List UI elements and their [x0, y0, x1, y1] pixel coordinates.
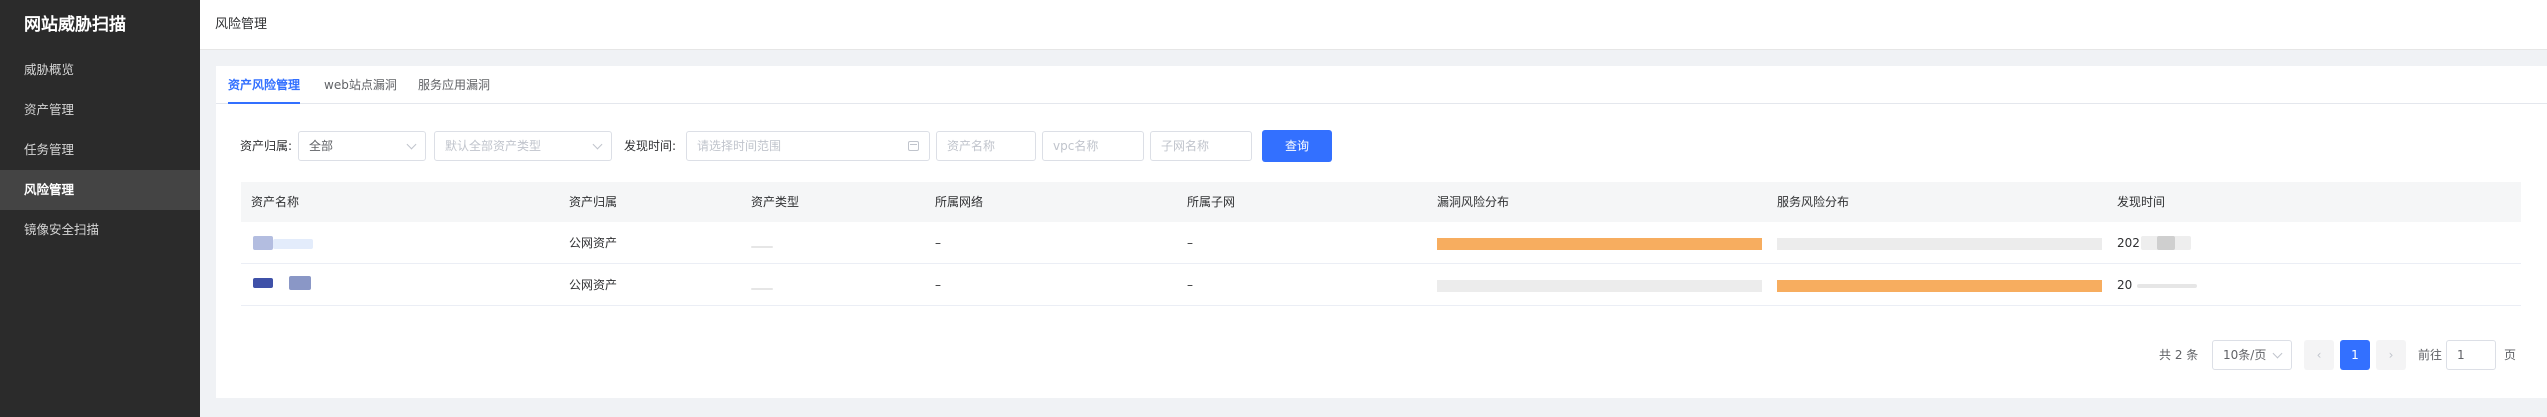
time-range-placeholder: 请选择时间范围	[697, 139, 782, 153]
tab-service-app-vulnerabilities[interactable]: 服务应用漏洞	[418, 66, 490, 104]
table-row[interactable]: 公网资产 – – 20	[241, 264, 2521, 306]
chevron-down-icon	[2272, 348, 2283, 359]
tab-web-site-vulnerabilities[interactable]: web站点漏洞	[324, 66, 397, 104]
goto-page-value: 1	[2457, 348, 2465, 362]
subnet-name-placeholder: 子网名称	[1161, 139, 1210, 153]
redacted-time	[2157, 236, 2175, 250]
column-header: 所属子网	[1187, 195, 1236, 209]
next-page-button[interactable]: ›	[2376, 340, 2406, 370]
subnet-cell: –	[1187, 278, 1193, 292]
network-cell: –	[935, 236, 941, 250]
redacted-asset-name	[273, 239, 313, 249]
subnet-name-input[interactable]: 子网名称	[1150, 131, 1252, 161]
column-header: 资产名称	[251, 195, 300, 209]
redacted-asset-name	[289, 276, 311, 290]
app-brand: 网站威胁扫描	[24, 15, 126, 35]
column-header: 所属网络	[935, 195, 984, 209]
asset-type-select[interactable]: 默认全部资产类型	[434, 131, 612, 161]
redacted-time	[2137, 284, 2197, 288]
goto-page-input[interactable]: 1	[2446, 340, 2496, 370]
table-row[interactable]: 公网资产 – – 202	[241, 222, 2521, 264]
vuln-risk-bar	[1437, 238, 1762, 250]
chevron-down-icon	[592, 139, 603, 150]
asset-name-input[interactable]: 资产名称	[936, 131, 1036, 161]
time-filter-label: 发现时间:	[624, 139, 677, 153]
page-size-value: 10条/页	[2223, 348, 2267, 362]
main-card: 资产风险管理 web站点漏洞 服务应用漏洞 资产归属: 全部 默认全部资产类型 …	[216, 66, 2547, 398]
column-header: 漏洞风险分布	[1437, 195, 1510, 209]
tab-asset-risk-management[interactable]: 资产风险管理	[228, 66, 301, 104]
prev-page-button[interactable]: ‹	[2304, 340, 2334, 370]
vuln-risk-bar	[1437, 280, 1762, 292]
asset-owner-cell: 公网资产	[569, 278, 618, 292]
sidebar-item-asset-management[interactable]: 资产管理	[0, 90, 200, 130]
page-size-select[interactable]: 10条/页	[2212, 340, 2292, 370]
subnet-cell: –	[1187, 236, 1193, 250]
vpc-name-input[interactable]: vpc名称	[1042, 131, 1144, 161]
network-cell: –	[935, 278, 941, 292]
redacted-asset-name	[253, 236, 273, 250]
sidebar-item-risk-management[interactable]: 风险管理	[0, 170, 200, 210]
owner-select-value: 全部	[309, 139, 334, 153]
calendar-icon	[908, 141, 919, 151]
table-header: 资产名称 资产归属 资产类型 所属网络 所属子网 漏洞风险分布 服务风险分布 发…	[241, 182, 2521, 222]
service-risk-bar	[1777, 238, 2102, 250]
sidebar-item-threat-overview[interactable]: 威胁概览	[0, 50, 200, 90]
asset-name-placeholder: 资产名称	[947, 139, 996, 153]
goto-label: 前往	[2418, 348, 2443, 362]
column-header: 资产归属	[569, 195, 618, 209]
query-button[interactable]: 查询	[1262, 130, 1332, 162]
asset-type-placeholder: 默认全部资产类型	[445, 139, 542, 153]
column-header: 发现时间	[2117, 195, 2166, 209]
service-risk-bar	[1777, 280, 2102, 292]
pagination-total: 共 2 条	[2159, 348, 2199, 362]
sidebar-item-task-management[interactable]: 任务管理	[0, 130, 200, 170]
sidebar-item-image-security-scan[interactable]: 镜像安全扫描	[0, 210, 200, 250]
vpc-name-placeholder: vpc名称	[1053, 139, 1099, 153]
chevron-down-icon	[406, 139, 417, 150]
page-title: 风险管理	[215, 17, 268, 32]
owner-filter-label: 资产归属:	[240, 139, 293, 153]
page-1-button[interactable]: 1	[2340, 340, 2370, 370]
redacted-asset-name	[253, 278, 273, 288]
column-header: 服务风险分布	[1777, 195, 1850, 209]
asset-owner-cell: 公网资产	[569, 236, 618, 250]
redacted-asset-type	[751, 288, 773, 290]
discovered-time-cell: 202	[2117, 236, 2140, 250]
redacted-asset-type	[751, 246, 773, 248]
tab-bar: 资产风险管理 web站点漏洞 服务应用漏洞	[216, 66, 2547, 104]
sidebar: 网站威胁扫描 威胁概览 资产管理 任务管理 风险管理 镜像安全扫描	[0, 0, 200, 417]
time-range-picker[interactable]: 请选择时间范围	[686, 131, 930, 161]
discovered-time-cell: 20	[2117, 278, 2133, 292]
column-header: 资产类型	[751, 195, 800, 209]
owner-select[interactable]: 全部	[298, 131, 426, 161]
top-header: 风险管理	[200, 0, 2547, 50]
page-suffix: 页	[2504, 348, 2517, 362]
